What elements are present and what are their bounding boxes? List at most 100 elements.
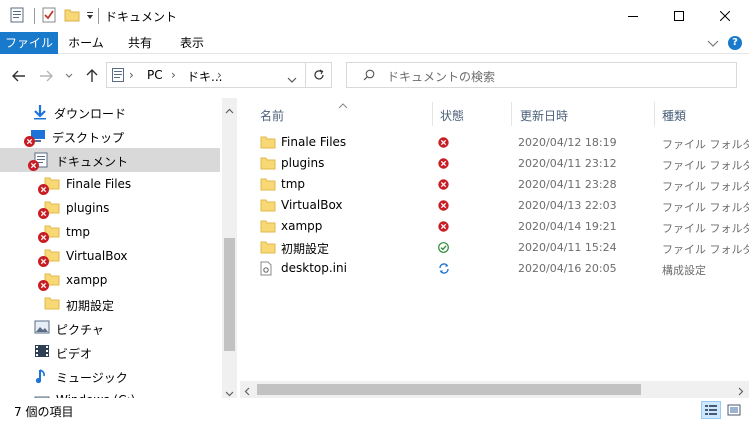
table-row[interactable]: VirtualBox 2020/04/13 22:03 ファイル フォルダー (256, 195, 749, 216)
folder-icon (260, 156, 276, 173)
close-icon (720, 11, 730, 21)
large-icons-view-button[interactable] (724, 401, 744, 419)
column-divider[interactable] (654, 102, 655, 126)
file-name: plugins (281, 156, 325, 170)
settings-file-icon (260, 261, 272, 279)
status-bar: 7 個の項目 (0, 398, 749, 423)
breadcrumb-pc[interactable]: PC (147, 68, 163, 82)
file-modified: 2020/04/12 18:19 (518, 136, 617, 149)
address-dropdown-icon[interactable] (287, 72, 297, 86)
sidebar-item[interactable]: tmp (0, 220, 220, 244)
refresh-icon (313, 69, 324, 80)
sync-error-icon (438, 179, 449, 193)
scroll-up-icon[interactable] (225, 103, 234, 117)
scrollbar-thumb[interactable] (224, 238, 235, 351)
scrollbar-thumb[interactable] (257, 384, 641, 395)
column-header-name[interactable]: 名前 (260, 107, 284, 124)
tab-view[interactable]: 表示 (166, 32, 218, 54)
sync-error-icon (438, 137, 449, 151)
sidebar-item[interactable]: ドキュメント (0, 148, 220, 172)
table-row[interactable]: xampp 2020/04/14 19:21 ファイル フォルダー (256, 216, 749, 237)
properties-icon[interactable] (10, 7, 24, 26)
nav-pane-scrollbar[interactable] (222, 98, 237, 398)
file-name: xampp (281, 219, 323, 233)
table-row[interactable]: tmp 2020/04/11 23:28 ファイル フォルダー (256, 174, 749, 195)
sidebar-item-label: tmp (66, 225, 91, 239)
refresh-button[interactable] (306, 62, 332, 88)
details-view-button[interactable] (701, 401, 721, 419)
customize-quick-access-icon[interactable] (85, 10, 95, 24)
file-type: 構成設定 (662, 264, 706, 277)
sidebar-item[interactable]: xampp (0, 268, 220, 292)
file-modified: 2020/04/11 23:12 (518, 157, 617, 170)
sidebar-item-label: Finale Files (66, 177, 132, 191)
table-row[interactable]: plugins 2020/04/11 23:12 ファイル フォルダー (256, 153, 749, 174)
videos-icon (34, 344, 50, 361)
help-icon[interactable]: ? (728, 36, 742, 50)
breadcrumb-chevron-icon[interactable]: › (171, 68, 176, 82)
download-icon (32, 104, 48, 123)
close-button[interactable] (702, 0, 748, 32)
back-arrow-icon (12, 70, 25, 82)
folder-icon (260, 177, 276, 194)
breadcrumb-chevron-icon[interactable]: › (217, 68, 222, 82)
tab-share[interactable]: 共有 (114, 32, 166, 54)
sidebar-item-label: VirtualBox (66, 249, 128, 263)
folder-icon (260, 240, 276, 257)
table-row[interactable]: 初期設定 2020/04/11 15:24 ファイル フォルダー (256, 237, 749, 258)
file-name: desktop.ini (281, 261, 347, 275)
file-type: ファイル フォルダー (662, 138, 749, 151)
file-type: ファイル フォルダー (662, 222, 749, 235)
file-type: ファイル フォルダー (662, 159, 749, 172)
forward-button[interactable] (36, 66, 56, 86)
checkmark-doc-icon[interactable] (42, 7, 56, 26)
sidebar-item[interactable]: ミュージック (0, 364, 220, 388)
sidebar-item[interactable]: Finale Files (0, 172, 220, 196)
sidebar-item[interactable]: 初期設定 (0, 292, 220, 316)
sidebar-item[interactable]: デスクトップ (0, 124, 220, 148)
large-icons-view-icon (727, 404, 741, 416)
column-divider[interactable] (511, 102, 512, 126)
title-separator (98, 8, 99, 24)
scroll-right-icon[interactable] (738, 385, 744, 399)
tab-file[interactable]: ファイル (0, 32, 58, 54)
expand-ribbon-icon[interactable] (707, 38, 719, 52)
table-row[interactable]: desktop.ini 2020/04/16 20:05 構成設定 (256, 258, 749, 279)
sidebar-item[interactable]: ダウンロード (0, 100, 220, 124)
column-header-status[interactable]: 状態 (440, 107, 464, 124)
sidebar-item[interactable]: plugins (0, 196, 220, 220)
scroll-left-icon[interactable] (244, 385, 250, 399)
up-button[interactable] (82, 66, 102, 86)
maximize-button[interactable] (656, 0, 702, 32)
sidebar-item[interactable]: ビデオ (0, 340, 220, 364)
tab-home[interactable]: ホーム (58, 32, 114, 54)
file-name: Finale Files (281, 135, 347, 149)
search-box[interactable]: ドキュメントの検索 (346, 62, 737, 88)
column-header-modified[interactable]: 更新日時 (520, 107, 568, 124)
sync-error-icon (438, 221, 449, 235)
sidebar-item[interactable]: ピクチャ (0, 316, 220, 340)
column-headers: 名前 状態 更新日時 種類 (240, 98, 749, 128)
address-bar[interactable]: › PC › ドキ... › (106, 62, 306, 88)
file-type: ファイル フォルダー (662, 201, 749, 214)
sidebar-item[interactable]: Windows (C:) (0, 388, 220, 398)
new-folder-icon[interactable] (64, 7, 80, 26)
column-divider[interactable] (432, 102, 433, 126)
file-modified: 2020/04/13 22:03 (518, 199, 617, 212)
title-separator (34, 8, 35, 24)
search-placeholder: ドキュメントの検索 (387, 70, 496, 84)
sidebar-item-label: ピクチャ (56, 323, 104, 337)
search-icon (363, 69, 375, 84)
horizontal-scrollbar[interactable] (240, 381, 749, 398)
minimize-button[interactable] (610, 0, 656, 32)
sidebar-item-label: デスクトップ (52, 131, 125, 145)
sidebar-item-label: ビデオ (56, 347, 93, 361)
sidebar-item[interactable]: VirtualBox (0, 244, 220, 268)
table-row[interactable]: Finale Files 2020/04/12 18:19 ファイル フォルダー (256, 132, 749, 153)
sync-error-icon (438, 200, 449, 214)
back-button[interactable] (9, 66, 29, 86)
window-title: ドキュメント (105, 10, 178, 24)
recent-locations-button[interactable] (62, 66, 76, 86)
column-header-type[interactable]: 種類 (662, 107, 686, 124)
breadcrumb-chevron-icon[interactable]: › (129, 68, 134, 82)
